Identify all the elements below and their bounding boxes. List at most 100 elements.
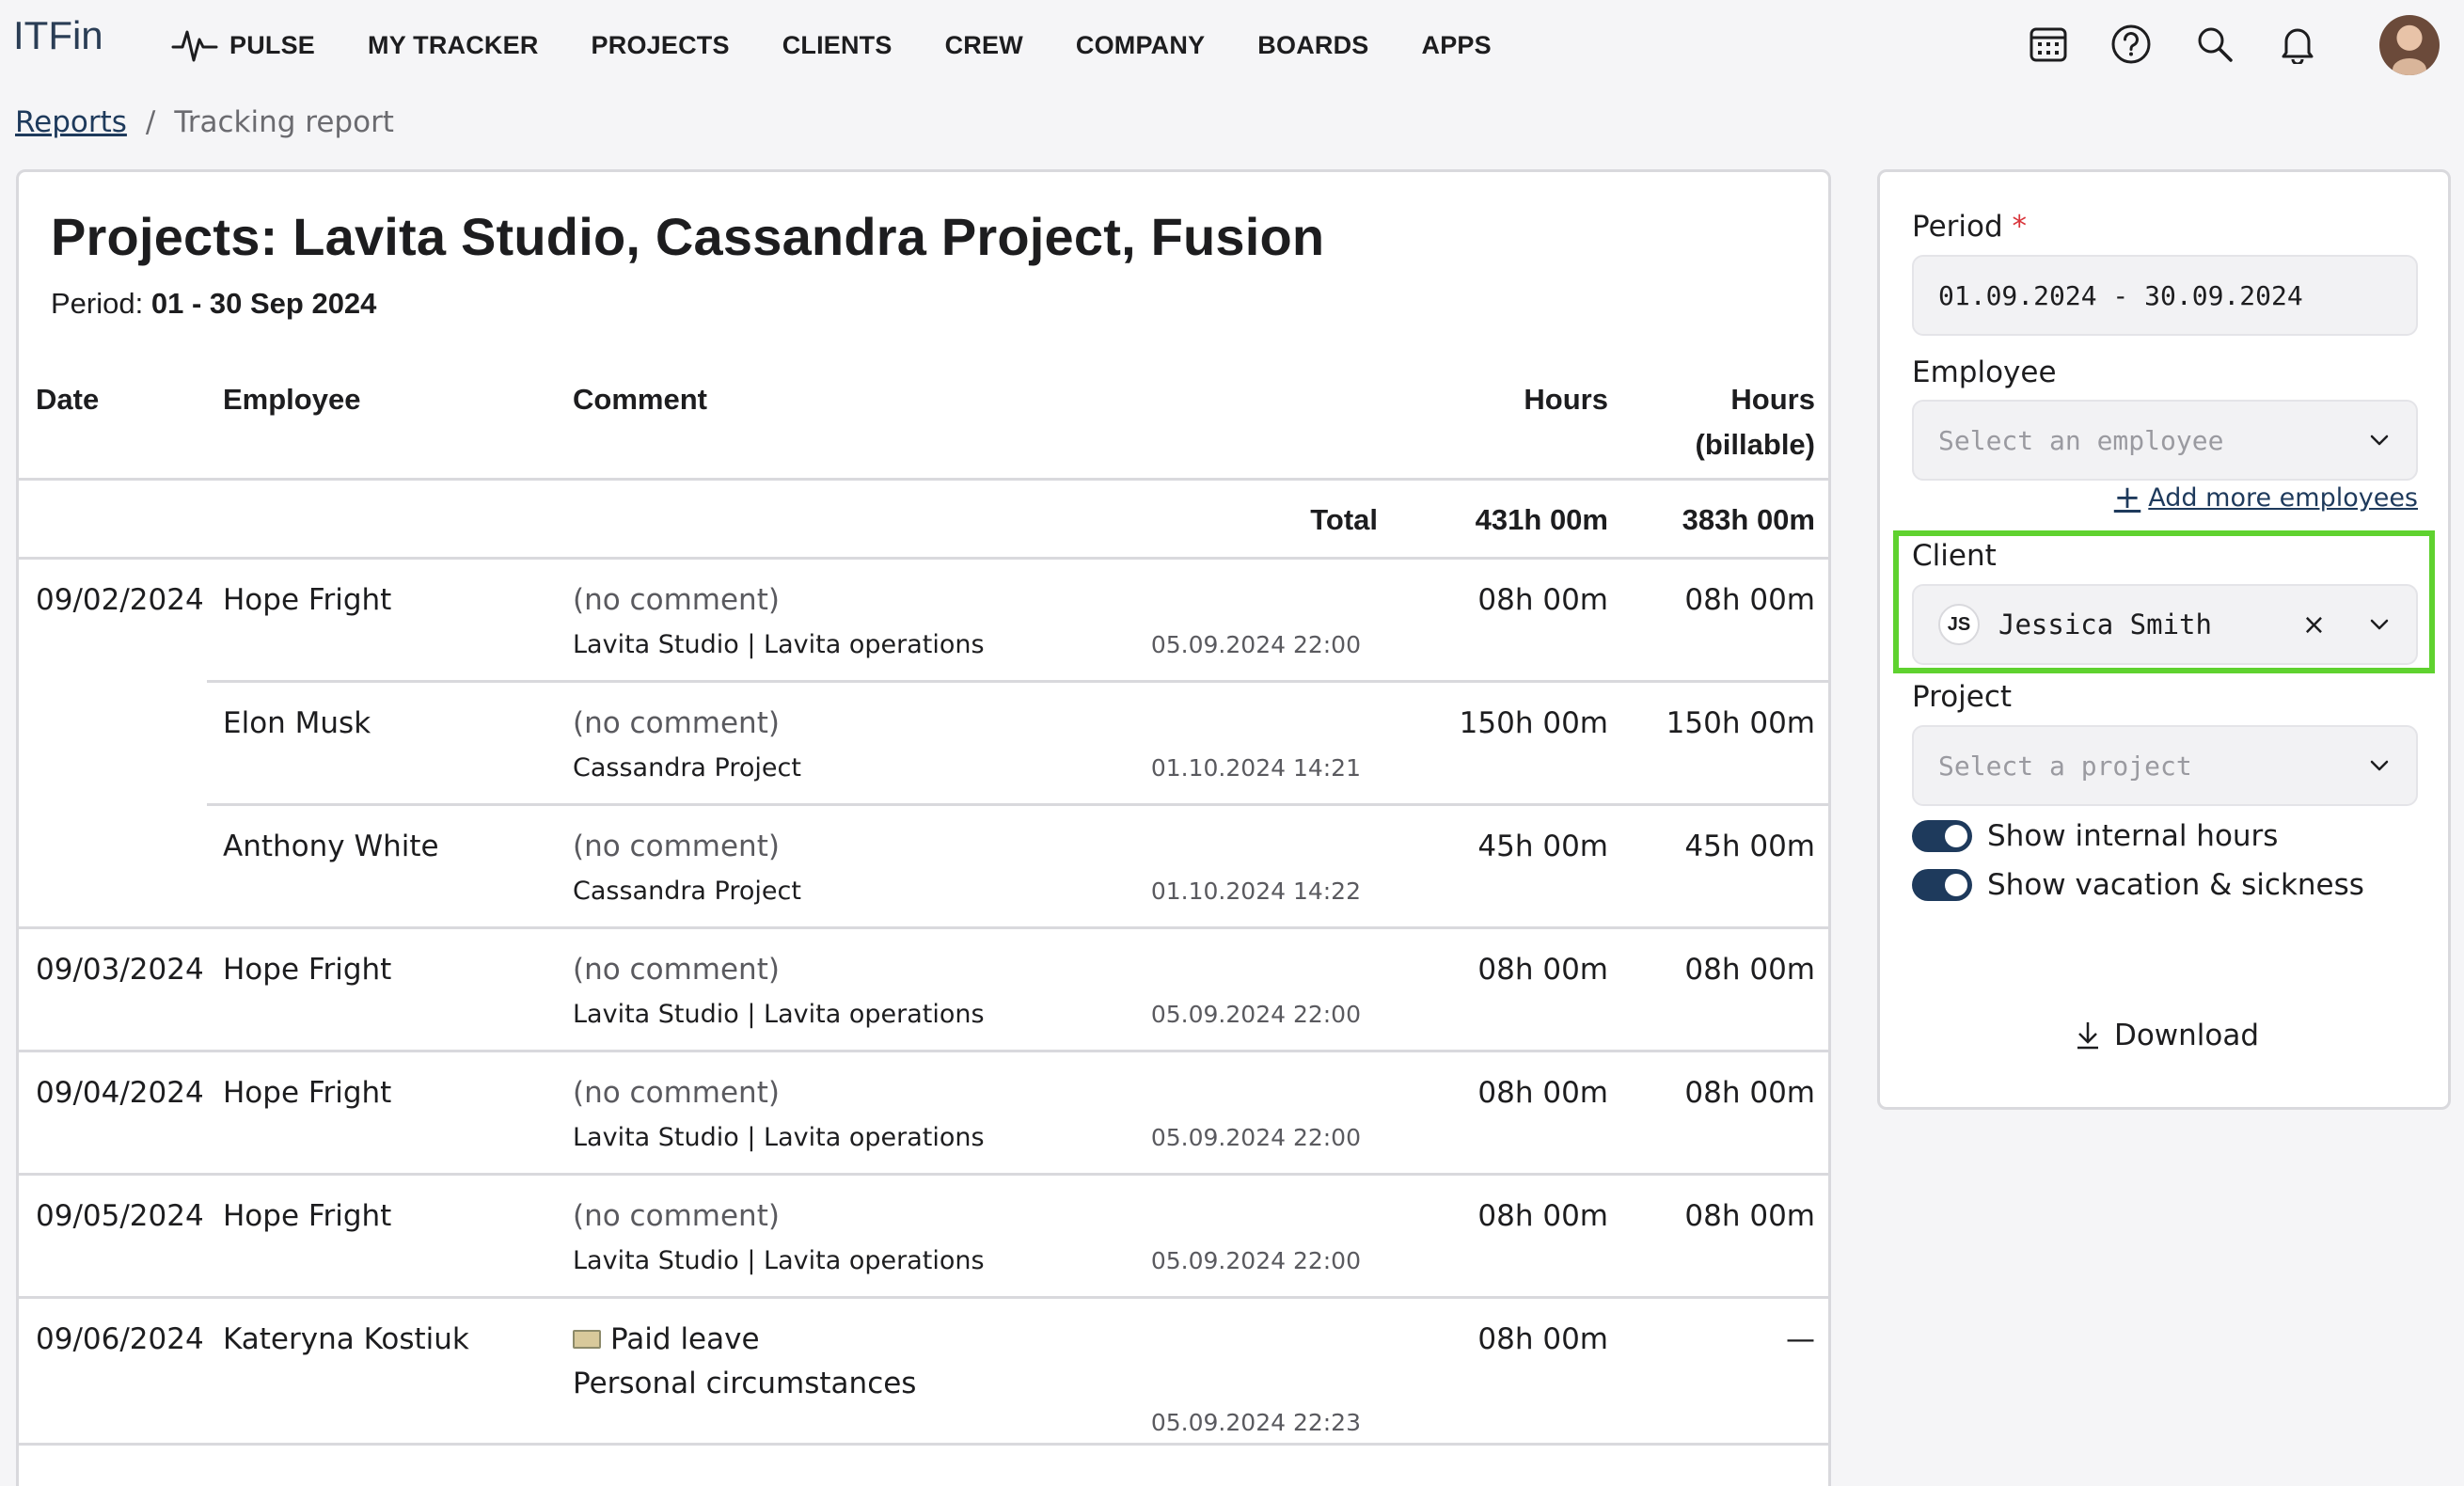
- column-header-employee[interactable]: Employee: [223, 377, 360, 422]
- report-period: Period: 01 - 30 Sep 2024: [51, 287, 376, 321]
- chevron-down-icon: [2370, 619, 2389, 630]
- employee-select[interactable]: Select an employee: [1912, 400, 2418, 481]
- row-project: Lavita Studio | Lavita operations: [573, 1123, 985, 1152]
- client-select[interactable]: JS Jessica Smith ×: [1912, 584, 2418, 665]
- row-billable: 08h 00m: [1684, 1199, 1815, 1233]
- breadcrumb: Reports / Tracking report: [15, 105, 394, 139]
- report-period-value: 01 - 30 Sep 2024: [150, 287, 377, 320]
- app-logo[interactable]: ITFin: [13, 13, 103, 58]
- row-timestamp: 05.09.2024 22:00: [1150, 1124, 1361, 1151]
- row-divider: [19, 1296, 1828, 1299]
- client-value: Jessica Smith: [1998, 609, 2212, 640]
- client-label: Client: [1912, 539, 1997, 573]
- nav-clients[interactable]: CLIENTS: [782, 31, 892, 60]
- nav-boards[interactable]: BOARDS: [1257, 31, 1368, 60]
- row-employee: Hope Fright: [223, 953, 392, 987]
- toggle-show-vacation-sickness[interactable]: Show vacation & sickness: [1912, 868, 2364, 902]
- row-billable: —: [1786, 1322, 1815, 1356]
- required-marker: *: [2012, 210, 2028, 244]
- row-billable: 08h 00m: [1684, 1076, 1815, 1110]
- help-icon[interactable]: [2109, 23, 2153, 66]
- row-comment: Paid leave: [573, 1322, 760, 1356]
- row-employee: Hope Fright: [223, 1076, 392, 1110]
- employee-label: Employee: [1912, 356, 2057, 389]
- chevron-down-icon: [2370, 435, 2389, 446]
- nav-crew[interactable]: CREW: [945, 31, 1023, 60]
- calendar-icon[interactable]: [2027, 23, 2070, 66]
- download-button[interactable]: Download: [1880, 1019, 2454, 1052]
- project-placeholder: Select a project: [1938, 750, 2192, 782]
- row-divider: [19, 1173, 1828, 1176]
- nav-pulse-label: PULSE: [229, 30, 316, 59]
- period-label-text: Period: [1912, 210, 2003, 244]
- add-more-employees-label: Add more employees: [2148, 482, 2418, 513]
- total-billable: 383h 00m: [1682, 503, 1815, 536]
- toggle-show-internal-hours[interactable]: Show internal hours: [1912, 819, 2278, 853]
- column-header-billable-line2: (billable): [1695, 428, 1815, 461]
- row-project: Lavita Studio | Lavita operations: [573, 1246, 985, 1275]
- download-label: Download: [2113, 1019, 2260, 1052]
- row-employee: Hope Fright: [223, 583, 392, 617]
- row-billable: 45h 00m: [1684, 830, 1815, 863]
- bell-icon[interactable]: [2276, 23, 2319, 66]
- row-employee: Kateryna Kostiuk: [223, 1322, 469, 1356]
- row-employee: Elon Musk: [223, 706, 371, 740]
- row-date: 09/05/2024: [36, 1199, 204, 1233]
- add-more-employees-link[interactable]: + Add more employees: [2114, 479, 2418, 516]
- row-divider: [19, 1443, 1828, 1446]
- money-icon: [573, 1330, 601, 1349]
- pulse-icon: [171, 30, 218, 62]
- nav-my-tracker[interactable]: MY TRACKER: [368, 31, 539, 60]
- row-divider: [207, 803, 1828, 806]
- plus-icon: +: [2113, 479, 2141, 516]
- row-project: Cassandra Project: [573, 877, 801, 906]
- toggle-switch[interactable]: [1912, 820, 1972, 852]
- row-date: 09/03/2024: [36, 953, 204, 987]
- toggle-vacation-label: Show vacation & sickness: [1987, 868, 2364, 902]
- row-employee: Hope Fright: [223, 1199, 392, 1233]
- row-project: Personal circumstances: [573, 1367, 917, 1400]
- row-billable: 08h 00m: [1684, 583, 1815, 617]
- nav-company[interactable]: COMPANY: [1076, 31, 1205, 60]
- avatar[interactable]: [2379, 15, 2440, 75]
- column-header-date[interactable]: Date: [36, 377, 99, 422]
- search-icon[interactable]: [2193, 23, 2236, 66]
- clear-client-button[interactable]: ×: [2302, 609, 2326, 641]
- breadcrumb-current: Tracking report: [174, 105, 394, 139]
- period-field[interactable]: 01.09.2024 - 30.09.2024: [1912, 255, 2418, 336]
- row-comment: (no comment): [573, 1199, 780, 1233]
- row-divider: [207, 680, 1828, 683]
- download-icon: [2077, 1022, 2098, 1050]
- row-timestamp: 01.10.2024 14:21: [1150, 754, 1361, 782]
- row-date: 09/04/2024: [36, 1076, 204, 1110]
- row-project: Lavita Studio | Lavita operations: [573, 1000, 985, 1029]
- top-bar: ITFin PULSE MY TRACKER PROJECTS CLIENTS …: [0, 0, 2464, 94]
- breadcrumb-reports-link[interactable]: Reports: [15, 105, 127, 139]
- row-project: Cassandra Project: [573, 753, 801, 783]
- row-billable: 150h 00m: [1666, 706, 1815, 740]
- nav-projects[interactable]: PROJECTS: [592, 31, 730, 60]
- row-timestamp: 05.09.2024 22:00: [1150, 1247, 1361, 1274]
- main-nav: PULSE MY TRACKER PROJECTS CLIENTS CREW C…: [171, 26, 1544, 64]
- row-timestamp: 05.09.2024 22:00: [1150, 1001, 1361, 1028]
- employee-placeholder: Select an employee: [1938, 424, 2224, 456]
- column-header-billable[interactable]: Hours (billable): [1542, 377, 1815, 467]
- row-date: 09/06/2024: [36, 1322, 204, 1356]
- row-comment: (no comment): [573, 706, 780, 740]
- project-select[interactable]: Select a project: [1912, 725, 2418, 806]
- row-billable: 08h 00m: [1684, 953, 1815, 987]
- row-timestamp: 05.09.2024 22:23: [1150, 1409, 1361, 1436]
- row-comment: (no comment): [573, 953, 780, 987]
- row-employee: Anthony White: [223, 830, 439, 863]
- row-divider: [19, 926, 1828, 929]
- period-label: Period *: [1912, 210, 2027, 244]
- client-avatar-chip: JS: [1938, 604, 1980, 645]
- header-divider: [19, 478, 1828, 481]
- nav-apps[interactable]: APPS: [1422, 31, 1492, 60]
- nav-pulse[interactable]: PULSE: [171, 26, 315, 64]
- toggle-switch[interactable]: [1912, 869, 1972, 901]
- column-header-comment[interactable]: Comment: [573, 377, 707, 422]
- row-timestamp: 05.09.2024 22:00: [1150, 631, 1361, 658]
- report-card: Projects: Lavita Studio, Cassandra Proje…: [16, 169, 1831, 1486]
- filter-panel: Period * 01.09.2024 - 30.09.2024 Employe…: [1877, 169, 2451, 1110]
